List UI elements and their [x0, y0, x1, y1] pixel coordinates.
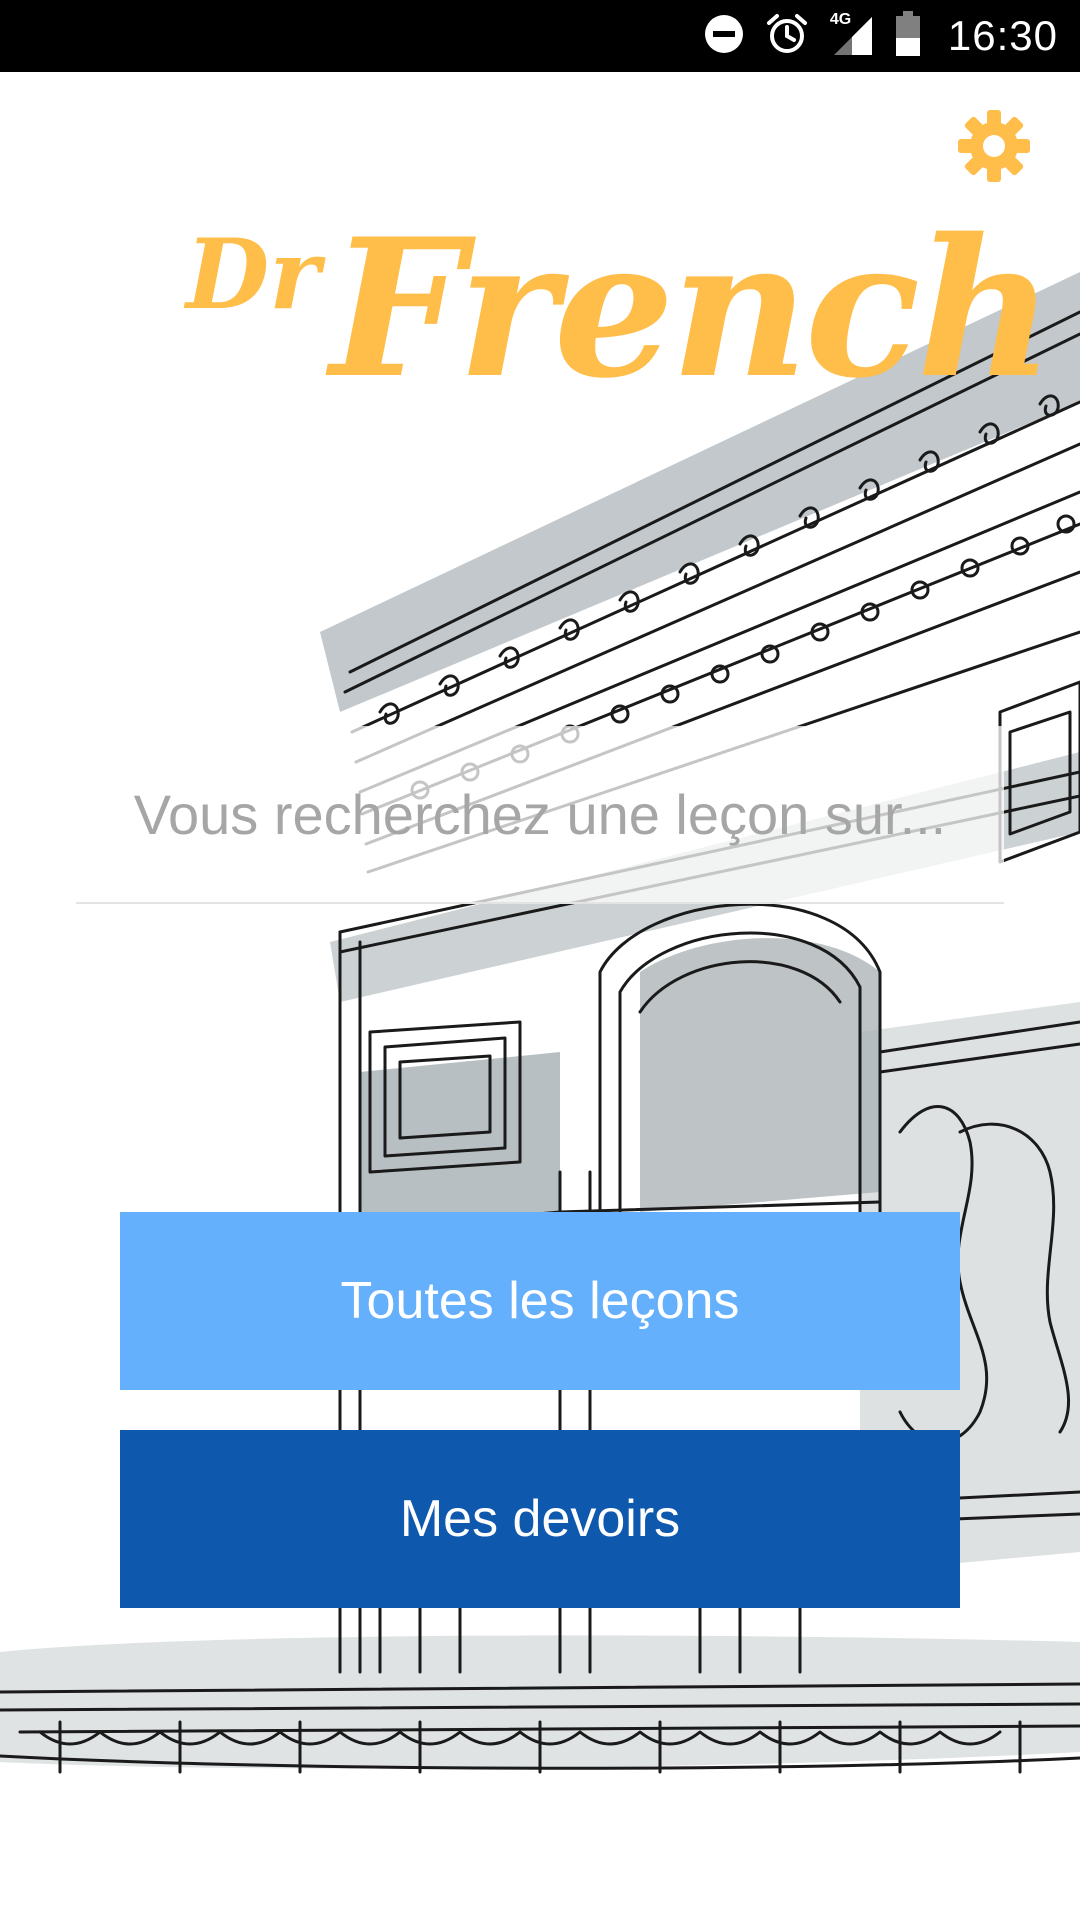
all-lessons-label: Toutes les leçons	[340, 1272, 740, 1330]
app-logo: Dr French	[180, 200, 1055, 430]
network-type-label: 4G	[829, 11, 852, 28]
signal-icon: 4G	[828, 11, 876, 59]
logo-prefix: Dr	[186, 218, 320, 331]
do-not-disturb-icon	[702, 12, 746, 61]
search-box[interactable]	[76, 726, 1004, 904]
alarm-icon	[764, 11, 810, 62]
search-input[interactable]	[76, 726, 1004, 902]
battery-icon	[894, 10, 922, 63]
logo-title: French	[330, 197, 1055, 420]
status-time: 16:30	[947, 12, 1058, 59]
gear-icon	[958, 110, 1030, 182]
homework-label: Mes devoirs	[399, 1490, 681, 1548]
home-screen: 4G 16:30 Dr French Vous recherchez une l…	[0, 0, 1080, 1920]
homework-button[interactable]: Mes devoirs	[120, 1430, 960, 1608]
all-lessons-button[interactable]: Toutes les leçons	[120, 1212, 960, 1390]
settings-button[interactable]	[952, 104, 1036, 188]
status-icons: 4G 16:30	[702, 0, 1058, 72]
status-bar: 4G 16:30	[0, 0, 1080, 72]
